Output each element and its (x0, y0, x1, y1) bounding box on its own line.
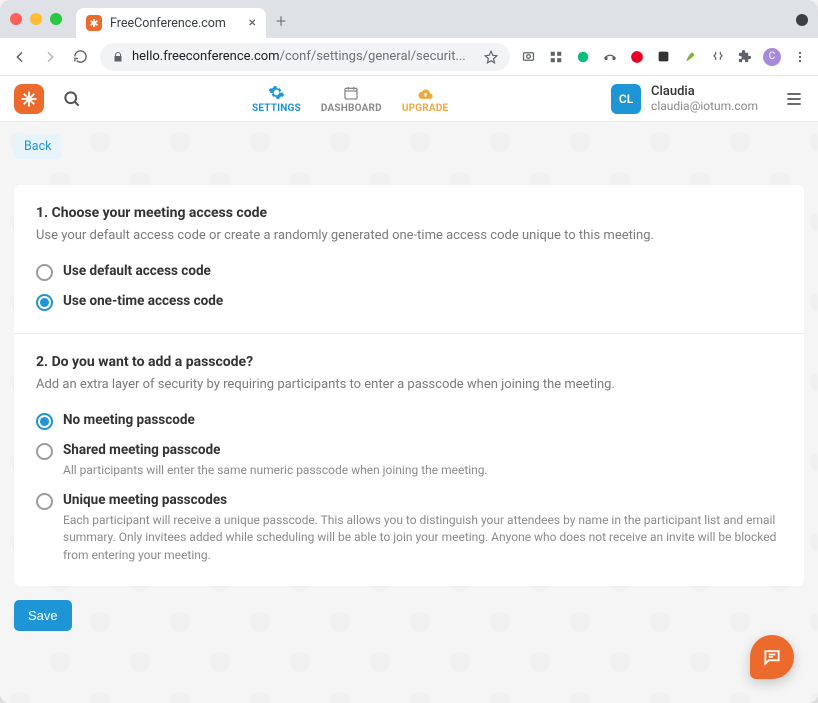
extension-icon[interactable] (682, 48, 699, 65)
profile-avatar[interactable]: C (763, 48, 781, 66)
section-description: Add an extra layer of security by requir… (36, 376, 782, 394)
radio-label: Use default access code (63, 263, 782, 279)
section-passcode: 2. Do you want to add a passcode? Add an… (14, 333, 804, 586)
minimize-window[interactable] (30, 13, 42, 25)
nav-settings[interactable]: SETTINGS (252, 84, 301, 114)
radio-icon (36, 264, 53, 281)
user-email: claudia@iotum.com (651, 99, 758, 113)
extension-icon[interactable] (520, 48, 537, 65)
close-window[interactable] (10, 13, 22, 25)
extension-icons: C (520, 48, 808, 66)
nav-upgrade[interactable]: UPGRADE (402, 84, 449, 114)
save-button[interactable]: Save (14, 600, 72, 631)
radio-shared-passcode[interactable]: Shared meeting passcode All participants… (36, 442, 782, 479)
forward-icon[interactable] (40, 47, 60, 67)
nav-label: UPGRADE (402, 103, 449, 114)
reload-icon[interactable] (70, 47, 90, 67)
back-icon[interactable] (10, 47, 30, 67)
user-menu[interactable]: CL Claudia claudia@iotum.com (611, 84, 804, 114)
extensions-menu-icon[interactable] (736, 48, 753, 65)
gear-icon (268, 84, 285, 102)
hamburger-icon[interactable] (784, 89, 804, 109)
radio-label: Shared meeting passcode (63, 442, 782, 458)
back-button[interactable]: Back (14, 134, 61, 159)
new-tab-button[interactable]: + (276, 11, 286, 32)
user-avatar: CL (611, 84, 641, 114)
user-meta: Claudia claudia@iotum.com (651, 84, 758, 114)
section-title: 2. Do you want to add a passcode? (36, 354, 782, 370)
extension-icon[interactable] (655, 48, 672, 65)
browser-tab-bar: ✱ FreeConference.com × + (0, 0, 818, 38)
extension-icon[interactable] (574, 48, 591, 65)
radio-hint: Each participant will receive a unique p… (63, 512, 782, 564)
radio-icon (36, 413, 53, 430)
browser-toolbar: hello.freeconference.com/conf/settings/g… (0, 38, 818, 76)
section-title: 1. Choose your meeting access code (36, 205, 782, 221)
lock-icon (112, 51, 124, 63)
radio-label: Use one-time access code (63, 293, 782, 309)
nav-label: DASHBOARD (321, 103, 382, 114)
radio-icon (36, 493, 53, 510)
extension-icon[interactable] (601, 48, 618, 65)
star-icon[interactable] (484, 50, 498, 64)
incognito-icon (796, 14, 808, 26)
radio-default-access-code[interactable]: Use default access code (36, 263, 782, 281)
pinterest-icon[interactable] (628, 48, 645, 65)
extension-icon[interactable] (547, 48, 564, 65)
nav-label: SETTINGS (252, 103, 301, 114)
app-logo[interactable] (14, 84, 44, 114)
calendar-icon (343, 84, 359, 102)
radio-icon (36, 294, 53, 311)
section-description: Use your default access code or create a… (36, 227, 782, 245)
tab-title: FreeConference.com (110, 16, 226, 31)
radio-hint: All participants will enter the same num… (63, 462, 782, 479)
radio-icon (36, 443, 53, 460)
settings-card: 1. Choose your meeting access code Use y… (14, 185, 804, 586)
browser-tab[interactable]: ✱ FreeConference.com × (76, 8, 266, 38)
extension-icon[interactable] (709, 48, 726, 65)
close-tab-icon[interactable]: × (249, 15, 256, 31)
chat-icon (762, 647, 782, 667)
url-text: hello.freeconference.com/conf/settings/g… (132, 49, 476, 64)
kebab-menu-icon[interactable] (791, 48, 808, 65)
radio-unique-passcode[interactable]: Unique meeting passcodes Each participan… (36, 492, 782, 564)
search-icon[interactable] (62, 89, 82, 109)
user-name: Claudia (651, 84, 758, 100)
radio-label: Unique meeting passcodes (63, 492, 782, 508)
radio-no-passcode[interactable]: No meeting passcode (36, 412, 782, 430)
radio-onetime-access-code[interactable]: Use one-time access code (36, 293, 782, 311)
section-access-code: 1. Choose your meeting access code Use y… (14, 185, 804, 333)
tab-favicon: ✱ (86, 15, 102, 31)
main-nav: SETTINGS DASHBOARD UPGRADE (252, 84, 448, 114)
address-bar[interactable]: hello.freeconference.com/conf/settings/g… (100, 43, 510, 71)
page-content: Back 1. Choose your meeting access code … (0, 122, 818, 703)
app-header: SETTINGS DASHBOARD UPGRADE CL Claudia cl… (0, 76, 818, 122)
maximize-window[interactable] (50, 13, 62, 25)
cloud-up-icon (417, 84, 434, 102)
chat-fab[interactable] (750, 635, 794, 679)
window-controls (10, 13, 62, 25)
nav-dashboard[interactable]: DASHBOARD (321, 84, 382, 114)
radio-label: No meeting passcode (63, 412, 782, 428)
